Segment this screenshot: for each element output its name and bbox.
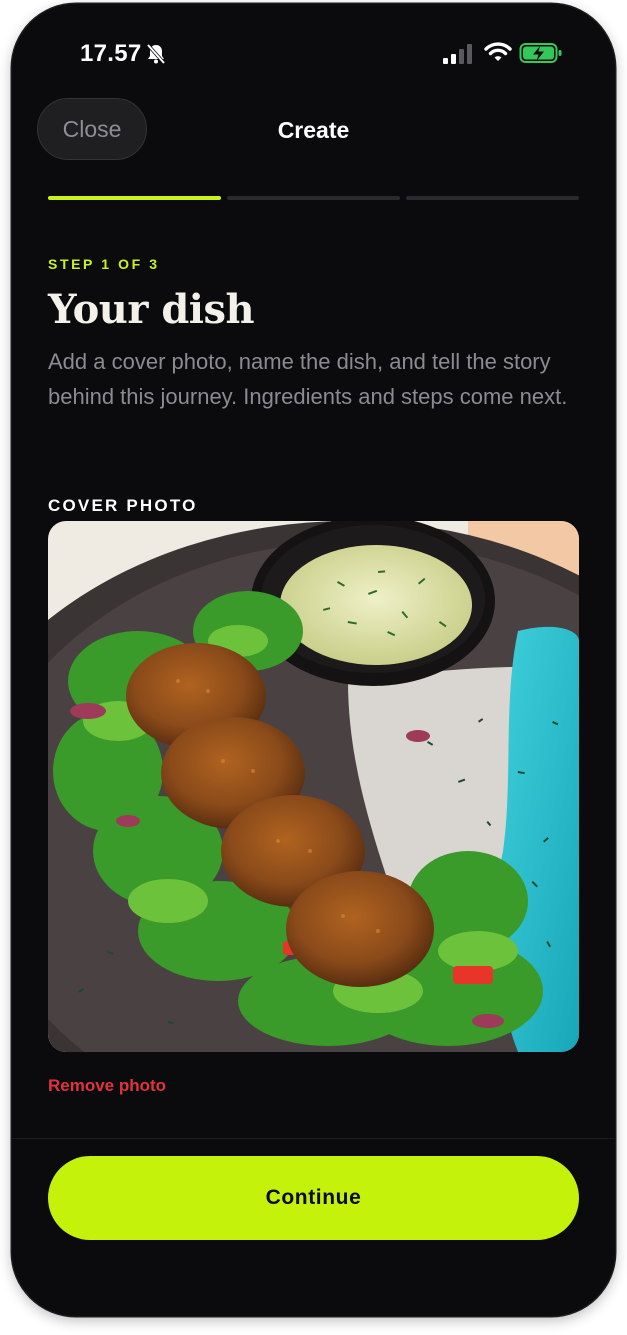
cover-photo-label: COVER PHOTO: [48, 496, 198, 515]
step-indicator: STEP 1 OF 3: [48, 256, 160, 272]
wifi-icon: [484, 42, 512, 61]
remove-photo-link[interactable]: Remove photo: [48, 1076, 166, 1096]
cover-photo[interactable]: [48, 521, 579, 1052]
cellular-signal-icon: [443, 44, 472, 64]
progress-segment-1: [48, 196, 221, 200]
battery-charging-icon: [519, 43, 562, 63]
progress-segment-3: [406, 196, 579, 200]
page-title: Your dish: [48, 286, 255, 333]
status-time: 17.57: [80, 40, 142, 67]
cover-photo-image: [48, 521, 579, 1052]
footer-divider: [12, 1138, 615, 1139]
phone-screen: 17.57 Close Create STEP 1 OF 3 Your dish…: [12, 4, 615, 1316]
nav-title: Create: [277, 117, 350, 143]
progress-segment-2: [227, 196, 400, 200]
page-description: Add a cover photo, name the dish, and te…: [48, 349, 568, 409]
bell-slash-icon: [146, 43, 166, 65]
continue-button[interactable]: Continue: [48, 1156, 579, 1240]
